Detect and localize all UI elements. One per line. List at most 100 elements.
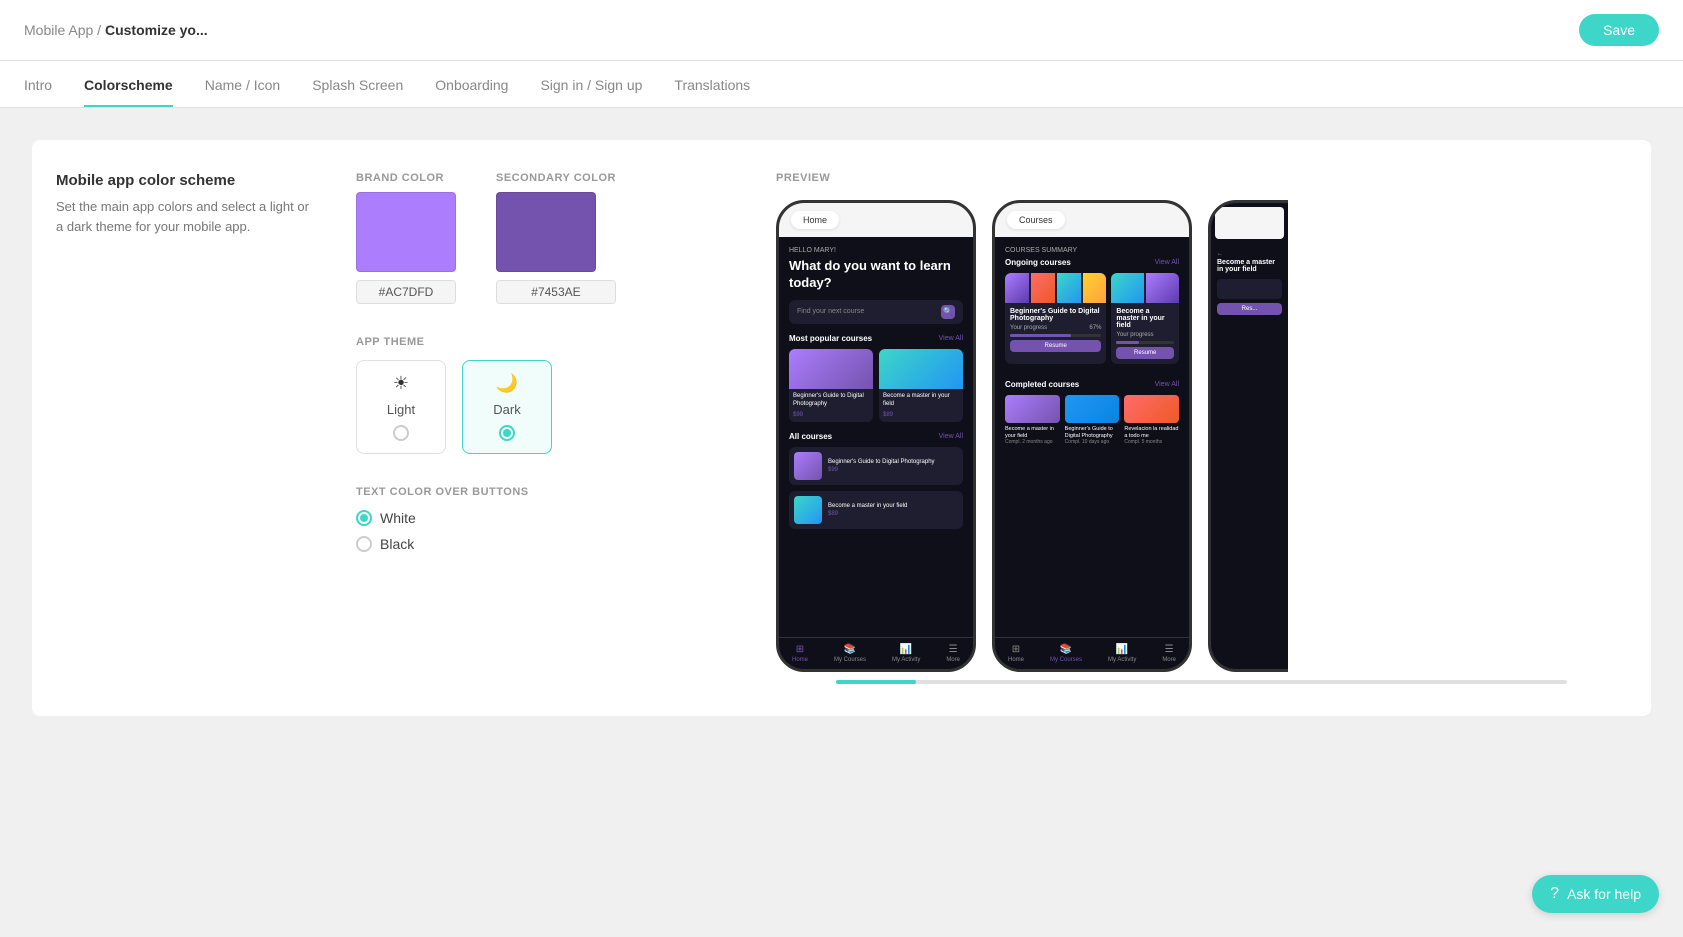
activity-nav-icon: 📊 — [900, 644, 912, 655]
completed-img-1 — [1005, 395, 1060, 423]
view-all-ongoing: View All — [1155, 259, 1179, 266]
ongoing-title: Ongoing courses — [1005, 258, 1071, 267]
course-card-body-2: Become a master in your field Your progr… — [1111, 303, 1179, 364]
completed-name-2: Beginner's Guide to Digital Photography — [1065, 426, 1120, 439]
list-item-2-title: Become a master in your field — [828, 503, 907, 511]
save-button[interactable]: Save — [1579, 14, 1659, 46]
activity-nav-label-2: My Activity — [1108, 657, 1136, 663]
list-item-1-title: Beginner's Guide to Digital Photography — [828, 459, 935, 467]
course-card-body-1: Beginner's Guide to Digital Photography … — [1005, 303, 1106, 357]
preview-section: PREVIEW Home HELLO MARY! What do you wan… — [776, 172, 1627, 684]
brand-color-swatch[interactable] — [356, 192, 456, 272]
phone-tab-bar-2: Courses — [995, 203, 1189, 237]
phones-container: Home HELLO MARY! What do you want to lea… — [776, 200, 1627, 672]
search-placeholder: Find your next course — [797, 308, 864, 315]
nav-activity: 📊 My Activity — [892, 644, 920, 663]
ongoing-card-1: Beginner's Guide to Digital Photography … — [1005, 273, 1106, 364]
theme-light-label: Light — [387, 402, 415, 417]
completed-title: Completed courses — [1005, 380, 1079, 389]
completed-name-3: Revelacion la realidad a todo me — [1124, 426, 1179, 439]
app-theme-label: APP THEME — [356, 336, 736, 348]
tab-onboarding[interactable]: Onboarding — [435, 61, 508, 107]
scroll-indicator — [836, 680, 1567, 684]
progress-row: Your progress 67% — [1010, 325, 1101, 331]
text-color-black-option[interactable]: Black — [356, 536, 736, 552]
card-1: Beginner's Guide to Digital Photography … — [789, 349, 873, 423]
help-icon: ? — [1550, 885, 1559, 903]
section-header-all: All courses View All — [789, 432, 963, 441]
preview-label: PREVIEW — [776, 172, 1627, 184]
card-1-price: $99 — [789, 412, 873, 422]
completed-date-2: Compl. 10 days ago — [1065, 439, 1120, 445]
home-nav-icon: ⊞ — [796, 644, 804, 655]
list-item-1: Beginner's Guide to Digital Photography … — [789, 447, 963, 485]
secondary-color-group: SECONDARY COLOR #7453AE — [496, 172, 616, 304]
ongoing-course-1-title: Beginner's Guide to Digital Photography — [1010, 308, 1101, 322]
partial-progress — [1217, 279, 1282, 299]
card-1-image — [789, 349, 873, 389]
tab-colorscheme[interactable]: Colorscheme — [84, 61, 173, 107]
resume-button-2[interactable]: Resume — [1116, 347, 1174, 359]
course-tile-2 — [1031, 273, 1055, 303]
secondary-color-value[interactable]: #7453AE — [496, 280, 616, 304]
activity-nav-icon-2: 📊 — [1116, 644, 1128, 655]
partial-resume: Res... — [1217, 303, 1282, 315]
popular-cards: Beginner's Guide to Digital Photography … — [789, 349, 963, 423]
progress-bar-bg-2 — [1116, 341, 1174, 344]
completed-header: Completed courses View All — [1005, 380, 1179, 389]
brand-color-value[interactable]: #AC7DFD — [356, 280, 456, 304]
card-1-title: Beginner's Guide to Digital Photography — [789, 389, 873, 413]
course-img-row — [1005, 273, 1106, 303]
list-item-2-img — [794, 496, 822, 524]
phone-greeting: HELLO MARY! — [789, 247, 963, 254]
tab-translations[interactable]: Translations — [674, 61, 750, 107]
white-radio[interactable] — [356, 510, 372, 526]
black-radio[interactable] — [356, 536, 372, 552]
secondary-color-swatch[interactable] — [496, 192, 596, 272]
card-2-price: $89 — [879, 412, 963, 422]
home-nav-icon-2: ⊞ — [1012, 644, 1020, 655]
section-title: Mobile app color scheme — [56, 172, 316, 189]
phone-partial: ← Become a master in your field Res... — [1208, 200, 1288, 672]
home-nav-label: Home — [792, 657, 808, 663]
activity-nav-label: My Activity — [892, 657, 920, 663]
color-row: BRAND COLOR #AC7DFD SECONDARY COLOR #745… — [356, 172, 736, 304]
courses-nav-label-2: My Courses — [1050, 657, 1082, 663]
tab-splash-screen[interactable]: Splash Screen — [312, 61, 403, 107]
theme-dark-radio[interactable] — [499, 425, 515, 441]
view-all-courses: View All — [939, 433, 963, 440]
nav-more-2: ☰ More — [1162, 644, 1176, 663]
theme-dark-label: Dark — [493, 402, 520, 417]
progress-label: Your progress — [1010, 325, 1047, 331]
brand-color-group: BRAND COLOR #AC7DFD — [356, 172, 456, 304]
more-nav-icon: ☰ — [949, 644, 958, 655]
scroll-thumb — [836, 680, 916, 684]
courses-tab-pill: Courses — [1007, 211, 1065, 229]
tab-intro[interactable]: Intro — [24, 61, 52, 107]
phone-headline: What do you want to learn today? — [789, 258, 963, 292]
tab-name-icon[interactable]: Name / Icon — [205, 61, 280, 107]
view-all-completed: View All — [1155, 381, 1179, 388]
nav-my-courses: 📚 My Courses — [834, 644, 866, 663]
theme-light-radio[interactable] — [393, 425, 409, 441]
help-button[interactable]: ? Ask for help — [1532, 875, 1659, 913]
tab-sign-in[interactable]: Sign in / Sign up — [540, 61, 642, 107]
resume-button-1[interactable]: Resume — [1010, 340, 1101, 352]
phone-search-bar: Find your next course 🔍 — [789, 300, 963, 324]
courses-nav-icon: 📚 — [844, 644, 856, 655]
progress-row-2: Your progress — [1116, 332, 1174, 338]
ongoing-card-2: Become a master in your field Your progr… — [1111, 273, 1179, 364]
theme-light[interactable]: ☀ Light — [356, 360, 446, 454]
text-color-white-option[interactable]: White — [356, 510, 736, 526]
progress-bar-fill-2 — [1116, 341, 1139, 344]
main-content: Mobile app color scheme Set the main app… — [32, 140, 1651, 716]
breadcrumb-separator: / — [97, 22, 101, 38]
course-tile-3 — [1057, 273, 1081, 303]
course2-tile-2 — [1146, 273, 1179, 303]
theme-dark[interactable]: 🌙 Dark — [462, 360, 552, 454]
sun-icon: ☀ — [393, 373, 409, 394]
progress-bar-bg — [1010, 334, 1101, 337]
secondary-color-label: SECONDARY COLOR — [496, 172, 616, 184]
completed-grid: Become a master in your field Compl. 2 m… — [1005, 395, 1179, 445]
ongoing-header: Ongoing courses View All — [1005, 258, 1179, 267]
